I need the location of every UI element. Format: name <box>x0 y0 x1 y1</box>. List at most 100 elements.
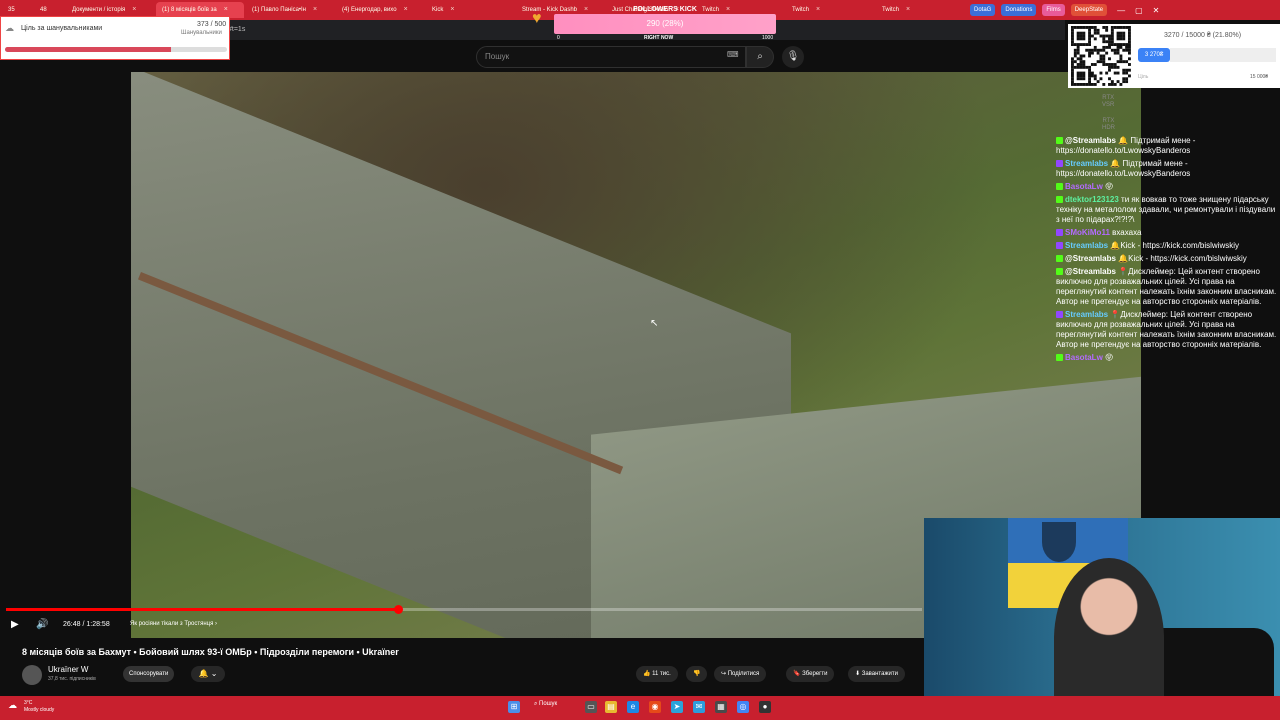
platform-badge-icon <box>1056 137 1063 145</box>
chat-username: BasotaLw <box>1065 182 1106 191</box>
mic-icon[interactable]: 🎙 <box>782 46 804 68</box>
sponsor-button[interactable]: Спонсорувати <box>123 666 175 682</box>
like-button[interactable]: 👍 11 тис. <box>636 666 678 682</box>
qr-module <box>1079 60 1083 64</box>
close-icon[interactable]: × <box>313 2 317 18</box>
close-icon[interactable]: × <box>816 2 820 18</box>
chrome-icon[interactable]: ◎ <box>737 701 749 713</box>
qr-module <box>1073 43 1077 46</box>
browser-tab[interactable]: Kick × <box>426 2 514 18</box>
qr-module <box>1088 54 1091 58</box>
weather-widget[interactable]: 3°C Mostly cloudy <box>24 700 54 714</box>
play-icon[interactable]: ▶ <box>11 619 19 630</box>
notification-bell-button[interactable]: 🔔 ⌄ <box>191 666 225 682</box>
qr-module <box>1125 60 1129 64</box>
firefox-icon[interactable]: ◉ <box>649 701 661 713</box>
qr-module <box>1088 77 1091 81</box>
qr-module <box>1088 48 1091 52</box>
qr-module <box>1096 31 1100 35</box>
edge-icon[interactable]: e <box>627 701 639 713</box>
qr-module <box>1082 74 1086 78</box>
browser-tab[interactable]: Twitch × <box>876 2 964 18</box>
qr-module <box>1073 51 1077 55</box>
qr-module <box>1076 71 1080 75</box>
maximize-icon[interactable]: ▢ <box>1135 6 1143 15</box>
file-explorer-icon[interactable]: ▤ <box>605 701 617 713</box>
volume-icon[interactable]: 🔊 <box>36 619 48 630</box>
qr-module <box>1116 43 1120 46</box>
close-icon[interactable]: × <box>906 2 910 18</box>
qr-module <box>1093 74 1097 78</box>
qr-module <box>1122 77 1126 81</box>
qr-module <box>1082 31 1086 35</box>
browser-tab-label: Twitch <box>882 7 900 13</box>
download-button[interactable]: ⬇ Завантажити <box>848 666 905 682</box>
donation-title: 3270 / 15000 ₴ (21.80%) <box>1164 32 1242 39</box>
platform-badge-icon <box>1056 229 1063 237</box>
qr-module <box>1073 60 1077 64</box>
qr-module <box>1082 71 1086 75</box>
qr-module <box>1079 65 1083 69</box>
search-button[interactable]: ⌕ <box>746 46 774 68</box>
minimize-icon[interactable]: — <box>1117 6 1125 15</box>
close-window-icon[interactable]: ✕ <box>1153 6 1160 15</box>
qr-module <box>1088 40 1091 44</box>
qr-module <box>1071 63 1074 66</box>
save-button[interactable]: 🔖 Зберегти <box>786 666 835 682</box>
qr-module <box>1102 26 1106 29</box>
bookmark-pill[interactable]: Donations <box>1001 4 1037 16</box>
qr-module <box>1102 63 1106 66</box>
channel-name[interactable]: Ukraïner W <box>48 665 88 674</box>
dislike-button[interactable]: 👎 <box>686 666 708 682</box>
qr-module <box>1096 80 1100 84</box>
chat-message: BasotaLw 😝 <box>1056 353 1278 363</box>
mail-icon[interactable]: ✉ <box>693 701 705 713</box>
telegram-icon[interactable]: ➤ <box>671 701 683 713</box>
followers-mid: RIGHT NOW <box>644 35 674 41</box>
qr-module <box>1113 43 1117 46</box>
qr-module <box>1128 28 1131 32</box>
share-button[interactable]: ↪ Поділитися <box>714 666 767 682</box>
channel-avatar[interactable] <box>22 665 42 685</box>
qr-module <box>1082 77 1086 81</box>
qr-module <box>1116 34 1120 38</box>
video-progress-bar[interactable] <box>6 605 922 614</box>
browser-tab[interactable]: (4) Енергодар, вихо × <box>336 2 424 18</box>
qr-module <box>1108 68 1111 72</box>
task-view-icon[interactable]: ▭ <box>585 701 597 713</box>
qr-module <box>1090 48 1094 52</box>
store-icon[interactable]: ▦ <box>715 701 727 713</box>
bookmark-pill[interactable]: Films <box>1042 4 1065 16</box>
qr-module <box>1105 51 1109 55</box>
browser-tab-label: (4) Енергодар, вихо <box>342 7 397 13</box>
taskbar-search-label: Пошук <box>539 701 558 707</box>
browser-tab[interactable]: (1) Павло Паніса•Ін × <box>246 2 334 18</box>
qr-module <box>1076 48 1080 52</box>
video-chapter[interactable]: Як росіяни тікали з Тростянця › <box>130 621 217 627</box>
subscriber-count: 37,8 тис. підписників <box>48 676 96 682</box>
windows-start-icon[interactable]: ⊞ <box>508 701 520 713</box>
browser-tab[interactable]: Twitch × <box>786 2 874 18</box>
taskbar-search[interactable]: ⌕ Пошук <box>534 701 557 708</box>
video-progress-handle[interactable] <box>394 605 404 614</box>
chat-text: 😝 <box>1105 182 1114 191</box>
obs-icon[interactable]: ● <box>759 701 771 713</box>
qr-module <box>1093 77 1097 81</box>
qr-module <box>1088 65 1091 69</box>
search-input[interactable]: Пошук <box>476 46 746 68</box>
qr-module <box>1108 37 1111 41</box>
shield-emblem <box>1042 522 1076 562</box>
goal-progress-bar <box>5 47 227 52</box>
qr-module <box>1105 71 1109 75</box>
keyboard-icon[interactable]: ⌨ <box>727 50 739 59</box>
bookmark-pill[interactable]: DeepState <box>1070 4 1108 16</box>
close-icon[interactable]: × <box>404 2 408 18</box>
qr-module <box>1119 45 1123 49</box>
qr-module <box>1096 51 1100 55</box>
close-icon[interactable]: × <box>450 2 454 18</box>
chat-message: Streamlabs 🔔Kick - https://kick.com/bisl… <box>1056 241 1278 251</box>
chat-username: Streamlabs <box>1065 241 1111 250</box>
qr-module <box>1071 28 1074 32</box>
qr-module <box>1088 83 1091 86</box>
bookmark-pill[interactable]: DotaG <box>970 4 996 16</box>
